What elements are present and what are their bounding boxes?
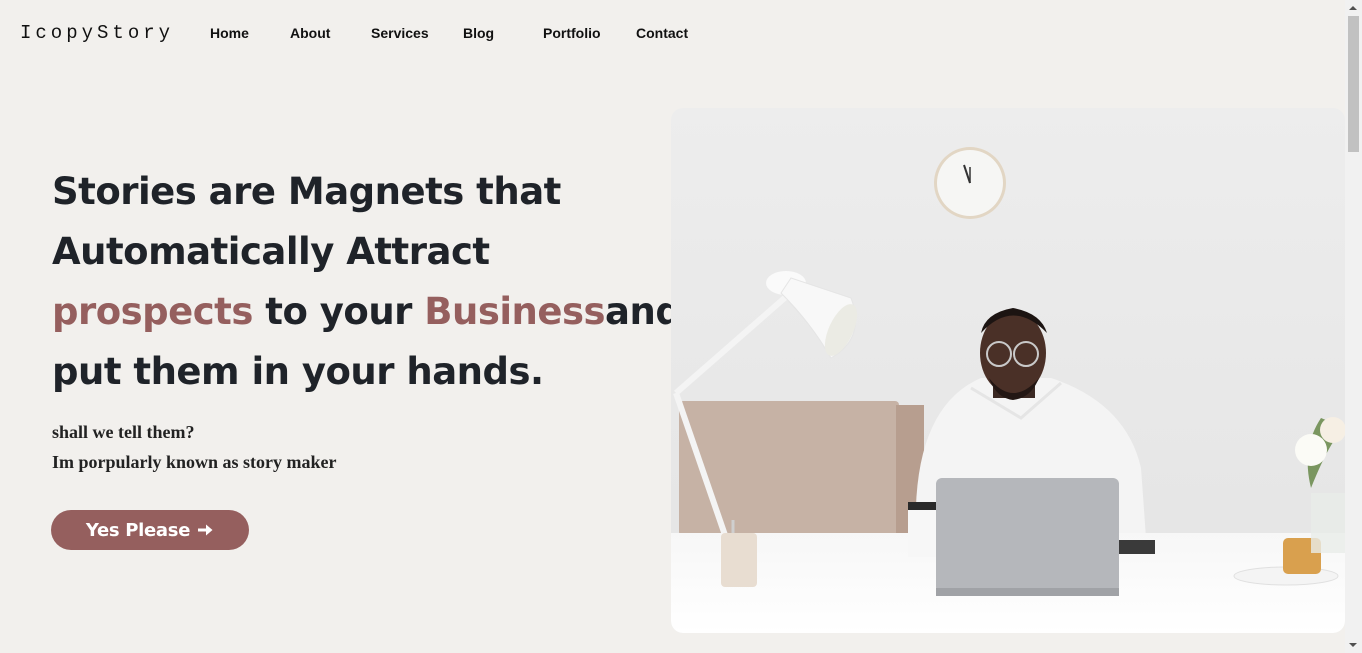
nav-home[interactable]: Home [210,25,249,41]
site-logo[interactable]: IcopyStory [20,22,174,44]
hero-title-accent-business: Business [424,290,606,333]
nav-services[interactable]: Services [371,25,429,41]
arrow-right-icon [196,521,214,539]
hero-subtitle-known-as: Im porpularly known as story maker [52,452,337,472]
cta-label: Yes Please [85,519,191,541]
hero-photo [671,108,1345,633]
scroll-up-arrow-icon[interactable] [1349,6,1357,10]
page-scrollbar[interactable] [1345,0,1362,653]
scroll-down-arrow-icon[interactable] [1349,643,1357,647]
nav-portfolio[interactable]: Portfolio [543,25,601,41]
nav-contact[interactable]: Contact [636,25,688,41]
hero-subtitle-question: shall we tell them? [52,422,195,442]
yes-please-button[interactable]: Yes Please [51,510,249,550]
nav-about[interactable]: About [290,25,330,41]
hero-title-part1: Stories are Magnets that Automatically A… [52,170,561,273]
scroll-thumb[interactable] [1348,16,1359,152]
hero-title-accent-prospects: prospects [52,290,253,333]
hero-title-part2: to your [252,290,425,333]
wall-clock-icon [934,147,1006,219]
hero-title: Stories are Magnets that Automatically A… [52,162,692,402]
nav-blog[interactable]: Blog [463,25,494,41]
laptop-icon [936,478,1119,596]
